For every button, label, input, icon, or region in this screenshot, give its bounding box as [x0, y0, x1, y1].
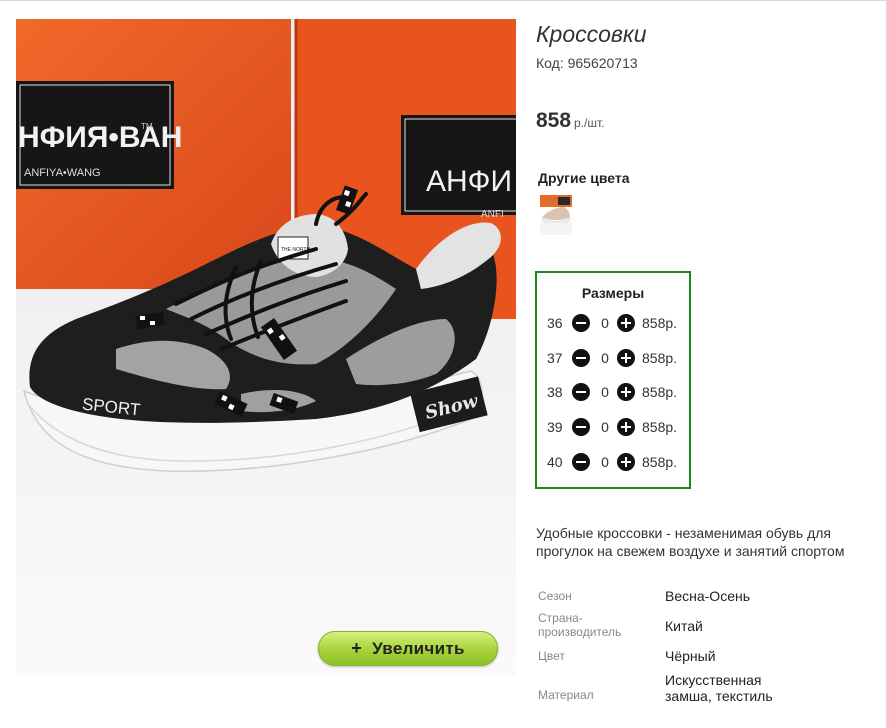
size-number: 37 — [547, 350, 563, 366]
size-price: 858р. — [642, 454, 678, 470]
other-colors-title: Другие цвета — [538, 170, 630, 186]
minus-icon[interactable] — [572, 349, 590, 367]
size-price: 858р. — [642, 384, 678, 400]
plus-icon[interactable] — [617, 314, 635, 332]
price-unit: р./шт. — [574, 116, 605, 130]
size-price: 858р. — [642, 350, 678, 366]
attr-label-color: Цвет — [538, 649, 565, 663]
price-value: 858 — [536, 109, 572, 132]
attr-label-country: Страна-производитель — [538, 611, 622, 639]
plus-icon[interactable] — [617, 453, 635, 471]
attr-value-season: Весна-Осень — [665, 588, 751, 604]
plus-icon[interactable] — [617, 349, 635, 367]
color-variant-image — [540, 195, 572, 235]
product-price: 858 р./шт. — [536, 109, 605, 133]
size-quantity: 0 — [601, 454, 609, 470]
size-quantity: 0 — [601, 419, 609, 435]
attr-value-color: Чёрный — [665, 648, 716, 664]
color-variant-thumb[interactable] — [540, 195, 572, 235]
minus-icon[interactable] — [572, 314, 590, 332]
minus-icon[interactable] — [572, 383, 590, 401]
attr-value-material: Искусственная замша, текстиль — [665, 672, 773, 704]
product-code: Код: 965620713 — [536, 55, 638, 71]
sizes-title: Размеры — [581, 285, 645, 301]
size-number: 38 — [547, 384, 563, 400]
size-quantity: 0 — [601, 315, 609, 331]
box-sub-right: ANFI — [481, 209, 504, 220]
size-quantity: 0 — [601, 384, 609, 400]
attr-label-material: Материал — [538, 688, 594, 702]
box-tm: TM — [141, 122, 153, 131]
plus-icon[interactable] — [617, 383, 635, 401]
product-photo[interactable]: НФИЯ•ВАН TM ANFIYA•WANG АНФИ ANFI Show T… — [16, 19, 516, 676]
box-brand-left: НФИЯ•ВАН — [18, 121, 182, 154]
product-photo-image: НФИЯ•ВАН TM ANFIYA•WANG АНФИ ANFI Show T… — [16, 19, 516, 676]
sizes-panel: Размеры 36 0 858р. 37 0 858р. 38 0 858р.… — [535, 271, 691, 489]
size-number: 40 — [547, 454, 563, 470]
size-quantity: 0 — [601, 350, 609, 366]
size-price: 858р. — [642, 419, 678, 435]
attr-label-season: Сезон — [538, 589, 572, 603]
attr-value-country: Китай — [665, 618, 703, 634]
size-price: 858р. — [642, 315, 678, 331]
box-brand-right: АНФИ — [426, 165, 512, 198]
size-number: 39 — [547, 419, 563, 435]
product-title: Кроссовки — [536, 21, 647, 47]
zoom-button[interactable]: + Увеличить — [318, 631, 498, 666]
plus-icon: + — [351, 638, 363, 658]
minus-icon[interactable] — [572, 453, 590, 471]
top-border — [0, 0, 887, 1]
plus-icon[interactable] — [617, 418, 635, 436]
zoom-label: Увеличить — [372, 638, 465, 658]
product-description: Удобные кроссовки - незаменимая обувь дл… — [536, 525, 845, 559]
minus-icon[interactable] — [572, 418, 590, 436]
box-sub-left: ANFIYA•WANG — [24, 167, 101, 179]
size-number: 36 — [547, 315, 563, 331]
